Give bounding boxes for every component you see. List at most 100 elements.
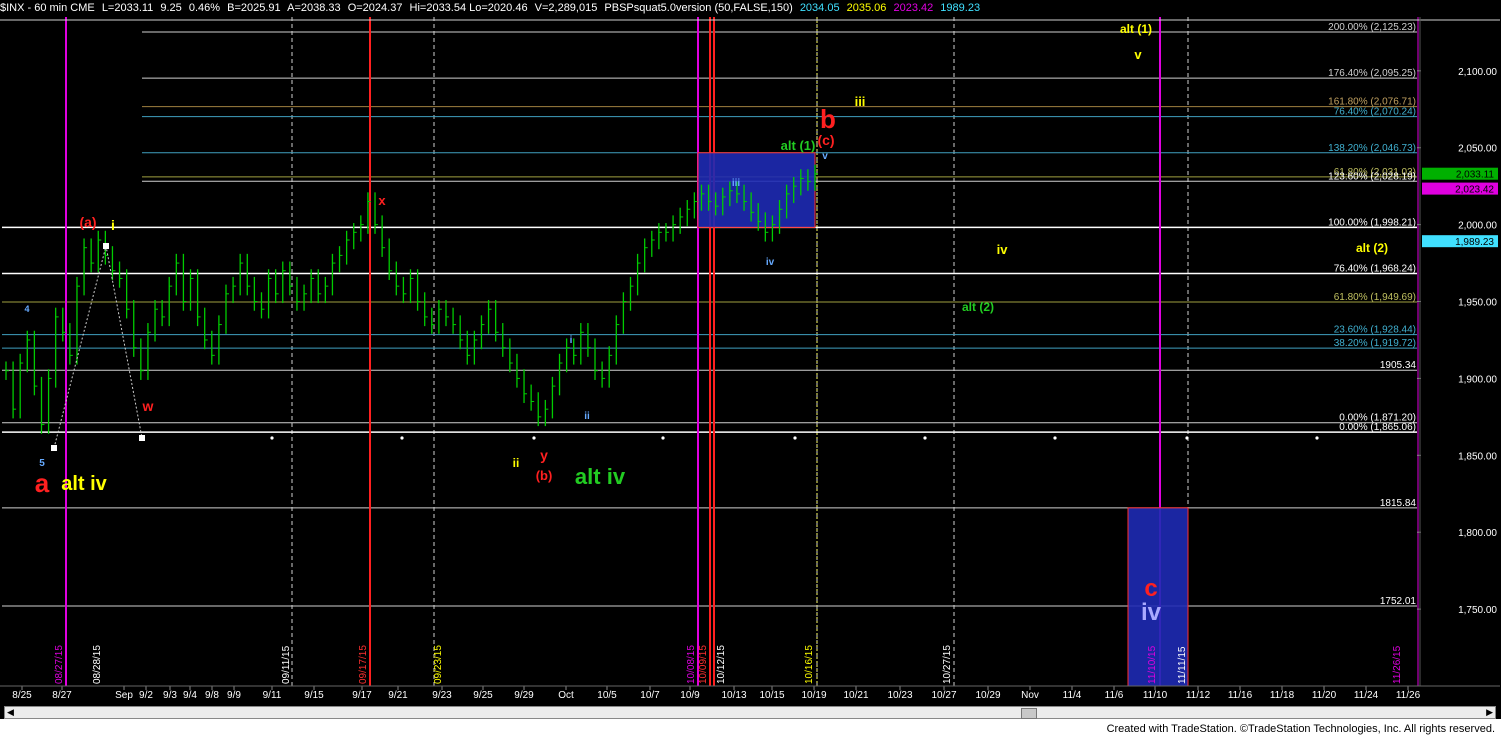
wave-label: alt (2) (1356, 241, 1388, 255)
wave-label: alt (1) (1120, 22, 1152, 36)
x-tick-label: 9/25 (473, 690, 493, 701)
wave-label: iv (997, 242, 1009, 257)
x-tick-label: 11/12 (1186, 690, 1211, 701)
date-label: 09/23/15 (433, 645, 444, 684)
wave-label: v (1134, 47, 1142, 62)
projection-dot (793, 436, 797, 440)
wave-label: x (378, 193, 386, 208)
date-label: 11/11/15 (1177, 646, 1188, 684)
projection-dot (1315, 436, 1319, 440)
x-tick-label: 9/8 (205, 690, 219, 701)
wave-label: alt iv (61, 473, 107, 495)
pivot-marker (139, 435, 145, 441)
header-study: PBSPsquat5.0version (50,FALSE,150) (604, 2, 793, 14)
y-tick-label: 1,800.00 (1458, 528, 1497, 539)
wave-label: i (570, 335, 573, 346)
wave-label: iii (855, 94, 866, 109)
header-pct: 0.46% (188, 2, 221, 14)
x-tick-label: 11/16 (1228, 690, 1253, 701)
fib-label: 0.00% (1,865.06) (1339, 422, 1416, 433)
x-tick-label: Nov (1021, 690, 1039, 701)
x-tick-label: 10/13 (721, 690, 746, 701)
fib-label: 76.40% (1,968.24) (1334, 263, 1416, 274)
x-tick-label: 10/23 (887, 690, 912, 701)
wave-label: (a) (79, 214, 96, 230)
wave-label: v (822, 151, 828, 162)
x-tick-label: 9/17 (352, 690, 372, 701)
projection-dot (532, 436, 536, 440)
header-ask: A=2038.33 (287, 2, 341, 14)
target-box-b (697, 152, 816, 228)
x-tick-label: 9/29 (514, 690, 534, 701)
fib-label: 123.60% (2,028.19) (1328, 171, 1416, 182)
pivot-marker (51, 445, 57, 451)
fib-label: 200.00% (2,125.23) (1328, 22, 1416, 33)
date-label: 11/26/15 (1392, 645, 1403, 684)
y-tick-label: 1,750.00 (1458, 605, 1497, 616)
x-tick-label: 9/4 (183, 690, 197, 701)
fib-label: 100.00% (1,998.21) (1328, 217, 1416, 228)
y-tick-label: 2,100.00 (1458, 67, 1497, 78)
wave-label: iii (732, 178, 741, 189)
chart-background (0, 0, 1501, 736)
wave-label: 5 (39, 458, 45, 469)
wave-label: ii (513, 456, 520, 470)
price-chart: 200.00% (2,125.23)176.40% (2,095.25)161.… (0, 0, 1501, 736)
x-tick-label: 10/5 (597, 690, 617, 701)
header-symbol: $INX - 60 min CME (0, 2, 95, 14)
header-vol: V=2,289,015 (534, 2, 598, 14)
x-tick-label: 10/7 (640, 690, 660, 701)
x-tick-label: 11/20 (1312, 690, 1337, 701)
wave-label: alt (1) (781, 138, 816, 153)
wave-label: w (142, 398, 154, 414)
x-tick-label: 10/15 (759, 690, 784, 701)
projection-dot (661, 436, 665, 440)
header-open: O=2024.37 (347, 2, 403, 14)
y-tick-label: 2,050.00 (1458, 144, 1497, 155)
scroll-left-arrow-icon[interactable]: ◀ (7, 707, 14, 718)
x-tick-label: 9/2 (139, 690, 153, 701)
x-tick-label: 11/6 (1105, 690, 1124, 701)
fib-label: 1815.84 (1380, 498, 1417, 509)
date-label: 11/10/15 (1147, 645, 1158, 684)
header-hilo: Hi=2033.54 Lo=2020.46 (409, 2, 528, 14)
price-tag-label: 2,033.11 (1456, 170, 1495, 181)
x-tick-label: 9/15 (304, 690, 324, 701)
date-label: 09/11/15 (281, 645, 292, 684)
header-v3: 2023.42 (893, 2, 934, 14)
wave-label: alt iv (575, 464, 626, 489)
x-tick-label: 8/25 (12, 690, 32, 701)
fib-label: 38.20% (1,919.72) (1334, 338, 1416, 349)
x-tick-label: 9/11 (263, 690, 282, 701)
y-tick-label: 1,900.00 (1458, 374, 1497, 385)
header-v4: 1989.23 (940, 2, 981, 14)
horizontal-scrollbar[interactable]: ◀ ▶ (4, 706, 1496, 719)
x-tick-label: 10/21 (843, 690, 868, 701)
wave-label: b (820, 104, 836, 134)
y-tick-label: 2,000.00 (1458, 221, 1497, 232)
x-tick-label: 11/4 (1063, 690, 1082, 701)
date-label: 10/09/15 (698, 645, 709, 684)
price-tag-label: 1,989.23 (1455, 237, 1494, 248)
x-tick-label: 10/19 (801, 690, 826, 701)
fib-label: 1905.34 (1380, 360, 1417, 371)
fib-label: 76.40% (2,070.24) (1334, 107, 1416, 118)
wave-label: (c) (817, 132, 834, 148)
date-label: 08/28/15 (92, 645, 103, 684)
scroll-thumb[interactable] (1021, 708, 1037, 719)
projection-dot (923, 436, 927, 440)
x-tick-label: 11/10 (1143, 690, 1168, 701)
x-tick-label: 9/23 (432, 690, 452, 701)
date-label: 10/27/15 (942, 645, 953, 684)
x-tick-label: 11/24 (1354, 690, 1379, 701)
date-label: 08/27/15 (54, 645, 65, 684)
header-chg: 9.25 (160, 2, 182, 14)
x-tick-label: 10/9 (680, 690, 700, 701)
wave-label: iv (1141, 599, 1162, 626)
projection-dot (270, 436, 274, 440)
fib-label: 23.60% (1,928.44) (1334, 325, 1416, 336)
pivot-marker (103, 243, 109, 249)
wave-label: c (1144, 575, 1157, 602)
scroll-right-arrow-icon[interactable]: ▶ (1486, 707, 1493, 718)
wave-label: alt (2) (962, 300, 994, 314)
